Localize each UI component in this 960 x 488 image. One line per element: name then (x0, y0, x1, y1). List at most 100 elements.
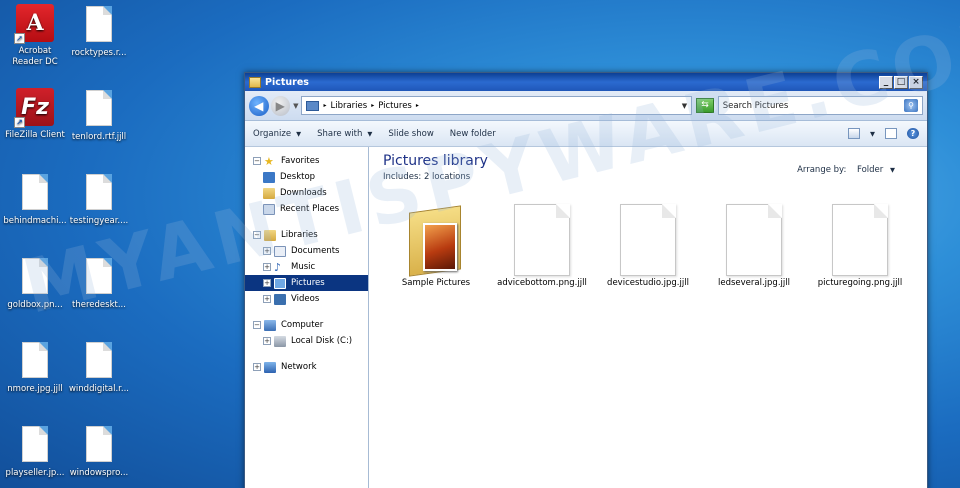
address-row: ◀ ▶ ▼ ▸ Libraries ▸ Pictures ▸ ▼ ⇆ Searc… (245, 91, 927, 121)
expand-icon[interactable]: + (263, 295, 271, 303)
expand-icon[interactable]: + (253, 363, 261, 371)
expand-icon[interactable]: + (263, 279, 271, 287)
nav-desktop[interactable]: Desktop (245, 169, 368, 185)
forward-button[interactable]: ▶ (270, 95, 291, 116)
nav-pictures[interactable]: + Pictures (245, 275, 368, 291)
expand-icon[interactable]: + (263, 247, 271, 255)
navigation-pane: − ★ Favorites Desktop Downloads Recent Pla… (245, 147, 369, 488)
breadcrumb-chevron-icon[interactable]: ▸ (416, 102, 419, 109)
desktop-icon-label: goldbox.pn... (7, 300, 63, 310)
organize-button[interactable]: Organize ▼ (253, 129, 301, 139)
nav-music[interactable]: + ♪ Music (245, 259, 368, 275)
collapse-icon[interactable]: − (253, 157, 261, 165)
nav-favorites[interactable]: − ★ Favorites (245, 153, 368, 169)
collapse-icon[interactable]: − (253, 321, 261, 329)
nav-libraries-label: Libraries (281, 230, 318, 240)
desktop-icon-filezilla[interactable]: Fz ↗ FileZilla Client (0, 88, 70, 141)
file-name: devicestudio.jpg.jjll (607, 278, 689, 288)
folder-icon (407, 205, 465, 277)
libraries-icon (264, 229, 276, 241)
nav-recent-label: Recent Places (280, 204, 340, 214)
arrange-by-value: Folder (857, 165, 884, 175)
address-bar[interactable]: ▸ Libraries ▸ Pictures ▸ ▼ (301, 96, 693, 115)
file-item[interactable]: advicebottom.png.jjll (489, 202, 595, 288)
nav-network-label: Network (281, 362, 317, 372)
desktop-icon-behindmachi[interactable]: behindmachi... (0, 174, 70, 227)
desktop-icon-label: rocktypes.r... (71, 48, 127, 58)
breadcrumb-libraries[interactable]: Libraries (330, 101, 367, 111)
includes-locations-link[interactable]: 2 locations (424, 172, 470, 182)
nav-documents[interactable]: + Documents (245, 243, 368, 259)
nav-libraries[interactable]: − Libraries (245, 227, 368, 243)
desktop-icon-goldbox[interactable]: goldbox.pn... (0, 258, 70, 311)
nav-computer[interactable]: − Computer (245, 317, 368, 333)
pictures-folder-icon (249, 76, 261, 88)
change-view-icon[interactable] (848, 128, 860, 139)
refresh-button[interactable]: ⇆ (696, 98, 714, 113)
desktop-icon-windowspro[interactable]: windowspro... (64, 426, 134, 479)
desktop-icon-theredeskt[interactable]: theredeskt... (64, 258, 134, 311)
search-icon[interactable]: ⚲ (904, 99, 919, 112)
nav-videos[interactable]: + Videos (245, 291, 368, 307)
recent-pages-dropdown[interactable]: ▼ (293, 102, 298, 110)
nav-computer-label: Computer (281, 320, 324, 330)
desktop-icon-nmore[interactable]: nmore.jpg.jjll (0, 342, 70, 395)
desktop-icon-label: tenlord.rtf.jjll (71, 132, 127, 142)
file-item[interactable]: ledseveral.jpg.jjll (701, 202, 807, 288)
view-options-icon[interactable]: ▼ (870, 130, 875, 138)
desktop-icon-label: Acrobat Reader DC (12, 46, 58, 67)
chevron-down-icon: ▼ (296, 129, 302, 138)
collapse-icon[interactable]: − (253, 231, 261, 239)
chevron-down-icon: ▼ (890, 166, 895, 174)
file-item[interactable]: devicestudio.jpg.jjll (595, 202, 701, 288)
file-item[interactable]: picturegoing.png.jjll (807, 202, 913, 288)
new-folder-button[interactable]: New folder (450, 129, 496, 139)
file-name: ledseveral.jpg.jjll (718, 278, 790, 288)
desktop-icon-acrobat[interactable]: A ↗ Acrobat Reader DC (0, 4, 70, 68)
document-icon (16, 426, 54, 464)
help-icon[interactable]: ? (907, 128, 919, 139)
chevron-down-icon: ▼ (367, 129, 373, 138)
document-icon (16, 342, 54, 380)
desktop-icon-testingyear[interactable]: testingyear.... (64, 174, 134, 227)
explorer-window: Pictures _ □ × ◀ ▶ ▼ ▸ Libraries ▸ Pictu… (244, 72, 928, 488)
desktop-icon-label: windowspro... (69, 468, 129, 478)
maximize-button[interactable]: □ (894, 75, 908, 89)
nav-recent-places[interactable]: Recent Places (245, 201, 368, 217)
nav-desktop-label: Desktop (280, 172, 316, 182)
expand-icon[interactable]: + (263, 337, 271, 345)
pictures-icon (306, 100, 320, 111)
desktop-icon-label: nmore.jpg.jjll (7, 384, 63, 394)
slide-show-button[interactable]: Slide show (388, 129, 433, 139)
title-bar[interactable]: Pictures _ □ × (245, 73, 927, 91)
document-icon (80, 6, 118, 44)
document-icon (80, 258, 118, 296)
desktop-icon-rocktypes[interactable]: rocktypes.r... (64, 6, 134, 59)
search-input[interactable]: Search Pictures ⚲ (717, 96, 924, 115)
close-button[interactable]: × (909, 75, 923, 89)
preview-pane-icon[interactable] (885, 128, 897, 139)
breadcrumb-pictures[interactable]: Pictures (378, 101, 412, 111)
file-item-folder[interactable]: Sample Pictures (383, 202, 489, 288)
expand-icon[interactable]: + (263, 263, 271, 271)
arrange-by-dropdown[interactable]: Folder ▼ (857, 165, 895, 175)
document-icon (80, 174, 118, 212)
recent-places-icon (263, 203, 275, 215)
breadcrumb-chevron-icon[interactable]: ▸ (323, 102, 326, 109)
nav-network[interactable]: + Network (245, 359, 368, 375)
star-icon: ★ (264, 154, 274, 168)
desktop-icon-winddigital[interactable]: winddigital.r... (64, 342, 134, 395)
network-icon (264, 361, 276, 373)
minimize-button[interactable]: _ (879, 75, 893, 89)
document-icon (16, 174, 54, 212)
share-with-button[interactable]: Share with ▼ (317, 129, 372, 139)
desktop-icon-tenlord[interactable]: tenlord.rtf.jjll (64, 90, 134, 143)
share-with-label: Share with (317, 128, 363, 139)
breadcrumb-chevron-icon[interactable]: ▸ (371, 102, 374, 109)
desktop-icon-playseller[interactable]: playseller.jp... (0, 426, 70, 479)
nav-downloads[interactable]: Downloads (245, 185, 368, 201)
address-dropdown-icon[interactable]: ▼ (682, 102, 687, 110)
organize-label: Organize (253, 128, 292, 139)
back-button[interactable]: ◀ (249, 95, 269, 116)
nav-local-disk[interactable]: + Local Disk (C:) (245, 333, 368, 349)
